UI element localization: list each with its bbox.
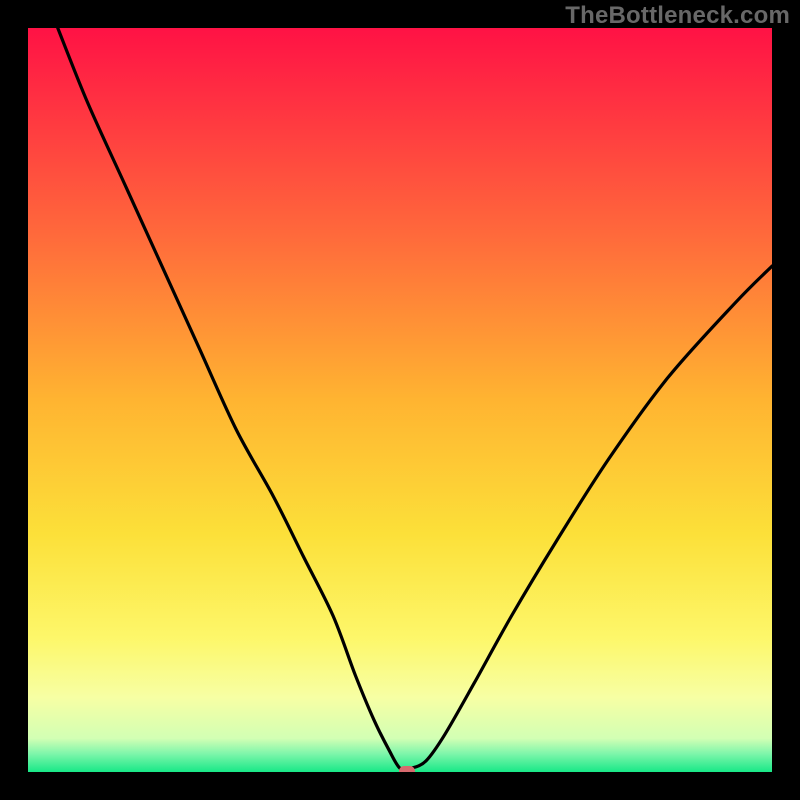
bottleneck-curve — [28, 28, 772, 772]
plot-area — [28, 28, 772, 772]
watermark-text: TheBottleneck.com — [565, 2, 790, 30]
optimal-point-marker — [399, 766, 415, 773]
chart-frame: TheBottleneck.com — [0, 0, 800, 800]
